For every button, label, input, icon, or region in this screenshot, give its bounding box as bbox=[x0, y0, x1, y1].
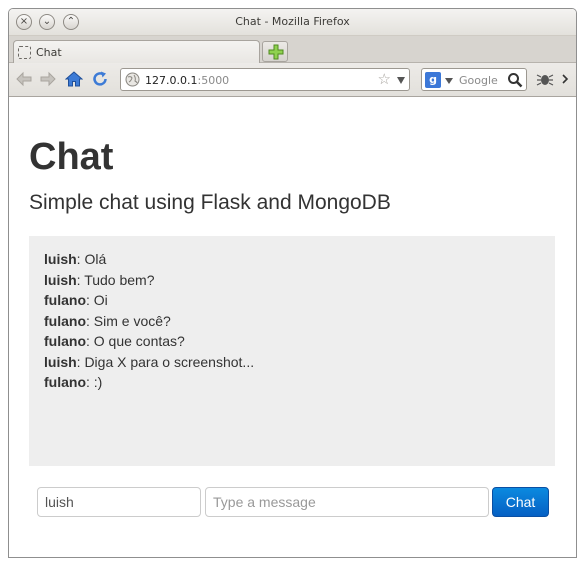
page-subtitle: Simple chat using Flask and MongoDB bbox=[29, 191, 391, 214]
chat-message: fulano: Sim e você? bbox=[44, 311, 540, 332]
message-text: : :) bbox=[86, 374, 103, 390]
message-user: luish bbox=[44, 271, 77, 288]
home-icon[interactable] bbox=[65, 70, 83, 88]
username-input[interactable] bbox=[37, 487, 201, 517]
back-arrow-icon[interactable] bbox=[15, 71, 33, 87]
new-tab-button[interactable] bbox=[262, 41, 288, 62]
chat-message: luish: Diga X para o screenshot... bbox=[44, 352, 540, 373]
message-text: : Oi bbox=[86, 292, 108, 308]
send-chat-button[interactable]: Chat bbox=[492, 487, 549, 517]
message-text: : Sim e você? bbox=[86, 312, 171, 329]
title-bar: × ⌄ ⌃ Chat - Mozilla Firefox bbox=[9, 9, 576, 36]
reload-icon[interactable] bbox=[91, 70, 109, 88]
navigation-toolbar: 127.0.0.1:5000 ☆ g Google bbox=[9, 63, 576, 97]
forward-arrow-icon[interactable] bbox=[39, 71, 57, 87]
page-title: Chat bbox=[29, 136, 114, 178]
message-text: : O que contas? bbox=[86, 333, 185, 349]
tab-label: Chat bbox=[36, 46, 62, 59]
message-user: fulano bbox=[44, 292, 86, 308]
message-text: : Olá bbox=[76, 251, 107, 267]
window-title: Chat - Mozilla Firefox bbox=[235, 15, 350, 28]
chat-message: fulano: O que contas? bbox=[44, 331, 540, 352]
browser-window: × ⌄ ⌃ Chat - Mozilla Firefox Chat 127.0.… bbox=[8, 8, 577, 558]
message-user: fulano bbox=[44, 333, 86, 349]
google-search-engine-icon[interactable]: g bbox=[425, 72, 441, 88]
chat-log: luish: Olá luish: Tudo bem? fulano: Oi f… bbox=[29, 236, 555, 466]
url-bar[interactable]: 127.0.0.1:5000 ☆ bbox=[120, 68, 410, 91]
url-port: :5000 bbox=[197, 74, 230, 87]
tab-chat[interactable]: Chat bbox=[13, 40, 260, 64]
addon-bug-icon[interactable] bbox=[536, 71, 554, 87]
message-input[interactable] bbox=[205, 487, 489, 517]
chat-message: fulano: :) bbox=[44, 372, 540, 393]
url-text: 127.0.0.1:5000 bbox=[145, 74, 229, 87]
page-content: Chat Simple chat using Flask and MongoDB… bbox=[9, 97, 576, 557]
blank-page-icon bbox=[18, 46, 31, 59]
bookmark-star-icon[interactable]: ☆ bbox=[378, 71, 391, 88]
search-placeholder: Google bbox=[459, 74, 498, 87]
message-text: : Tudo bem? bbox=[76, 271, 155, 288]
search-engine-dropdown-icon[interactable] bbox=[445, 77, 453, 85]
url-host: 127.0.0.1 bbox=[145, 74, 198, 87]
search-bar[interactable]: g Google bbox=[421, 68, 527, 91]
tab-strip: Chat bbox=[9, 36, 576, 64]
message-user: luish bbox=[44, 251, 77, 267]
overflow-chevron-icon[interactable] bbox=[561, 71, 571, 87]
message-user: luish bbox=[44, 353, 77, 370]
url-dropdown-arrow-icon[interactable] bbox=[397, 75, 405, 85]
chat-message: luish: Olá bbox=[44, 249, 540, 270]
globe-icon bbox=[125, 72, 140, 87]
magnifier-icon[interactable] bbox=[507, 72, 523, 88]
message-user: fulano bbox=[44, 374, 86, 390]
chat-message: luish: Tudo bem? bbox=[44, 270, 540, 291]
message-user: fulano bbox=[44, 312, 86, 329]
plus-icon bbox=[268, 44, 284, 60]
message-text: : Diga X para o screenshot... bbox=[76, 353, 255, 370]
chat-message: fulano: Oi bbox=[44, 290, 540, 311]
